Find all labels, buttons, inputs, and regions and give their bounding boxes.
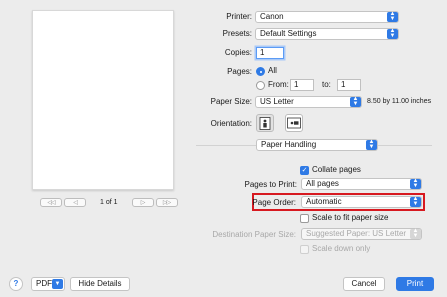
page-order-label: Page Order: [252, 198, 296, 207]
pages-to-field[interactable]: 1 [337, 79, 361, 91]
preview-nav: ◁◁ ◁ 1 of 1 ▷ ▷▷ [40, 197, 178, 207]
pdf-label: PDF [36, 279, 52, 288]
chevron-updown-icon: ▲ ▼ [366, 139, 377, 150]
pages-all-label: All [268, 66, 277, 75]
paper-size-select[interactable]: US Letter ▲ ▼ [255, 96, 362, 108]
prev-page-button[interactable]: ◁ [64, 197, 86, 207]
collate-checkbox[interactable]: ✓ [300, 166, 309, 175]
printer-select[interactable]: Canon ▲ ▼ [255, 11, 399, 23]
page-order-select[interactable]: Automatic ▲ ▼ [301, 196, 422, 208]
scale-down-label: Scale down only [312, 244, 371, 253]
pages-from-field[interactable]: 1 [290, 79, 314, 91]
scale-to-fit-checkbox[interactable] [300, 214, 309, 223]
pages-from-label: From: [268, 80, 289, 89]
chevron-down-icon: ▼ [52, 279, 63, 289]
page-counter: 1 of 1 [100, 198, 118, 206]
printer-label: Printer: [226, 12, 252, 21]
presets-label: Presets: [222, 29, 252, 38]
hide-details-button[interactable]: Hide Details [70, 277, 130, 291]
presets-value: Default Settings [260, 29, 317, 38]
pages-to-label: to: [322, 80, 331, 89]
help-button[interactable]: ? [9, 277, 23, 291]
pages-to-print-value: All pages [306, 179, 339, 188]
scale-down-checkbox[interactable] [300, 245, 309, 254]
print-button[interactable]: Print [396, 277, 434, 291]
copies-label: Copies: [224, 48, 252, 57]
orientation-label: Orientation: [210, 119, 252, 128]
destination-paper-value: Suggested Paper: US Letter [306, 229, 407, 238]
section-select[interactable]: Paper Handling ▲ ▼ [256, 139, 378, 151]
chevron-updown-icon: ▲ ▼ [350, 96, 361, 107]
first-page-button[interactable]: ◁◁ [40, 197, 62, 207]
portrait-icon [259, 116, 271, 130]
destination-paper-label: Destination Paper Size: [212, 230, 296, 239]
cancel-button[interactable]: Cancel [343, 277, 385, 291]
destination-paper-select[interactable]: Suggested Paper: US Letter ▲ ▼ [301, 228, 422, 240]
scale-to-fit-label: Scale to fit paper size [312, 213, 389, 222]
pages-to-print-select[interactable]: All pages ▲ ▼ [301, 178, 422, 190]
next-page-button[interactable]: ▷ [131, 197, 154, 207]
copies-field[interactable]: 1 [256, 47, 284, 59]
pdf-menu-button[interactable]: PDF ▼ [31, 277, 65, 291]
pages-range-radio[interactable] [256, 81, 265, 90]
last-page-button[interactable]: ▷▷ [155, 197, 178, 207]
page-order-value: Automatic [306, 197, 342, 206]
paper-size-label: Paper Size: [210, 97, 252, 106]
collate-label: Collate pages [312, 165, 361, 174]
presets-select[interactable]: Default Settings ▲ ▼ [255, 28, 399, 40]
chevron-updown-icon: ▲ ▼ [387, 11, 398, 22]
landscape-icon [287, 117, 301, 129]
chevron-updown-icon: ▲ ▼ [410, 196, 421, 207]
chevron-updown-icon: ▲ ▼ [387, 28, 398, 39]
pages-to-print-label: Pages to Print: [244, 180, 297, 189]
portrait-button[interactable] [256, 114, 274, 132]
section-value: Paper Handling [261, 140, 317, 149]
landscape-button[interactable] [285, 114, 303, 132]
pages-label: Pages: [227, 67, 252, 76]
printer-value: Canon [260, 12, 284, 21]
paper-size-dimensions: 8.50 by 11.00 inches [367, 98, 432, 105]
chevron-updown-icon: ▲ ▼ [410, 178, 421, 189]
paper-size-value: US Letter [260, 97, 294, 106]
pages-all-radio[interactable] [256, 67, 265, 76]
chevron-updown-icon: ▲ ▼ [410, 228, 421, 239]
